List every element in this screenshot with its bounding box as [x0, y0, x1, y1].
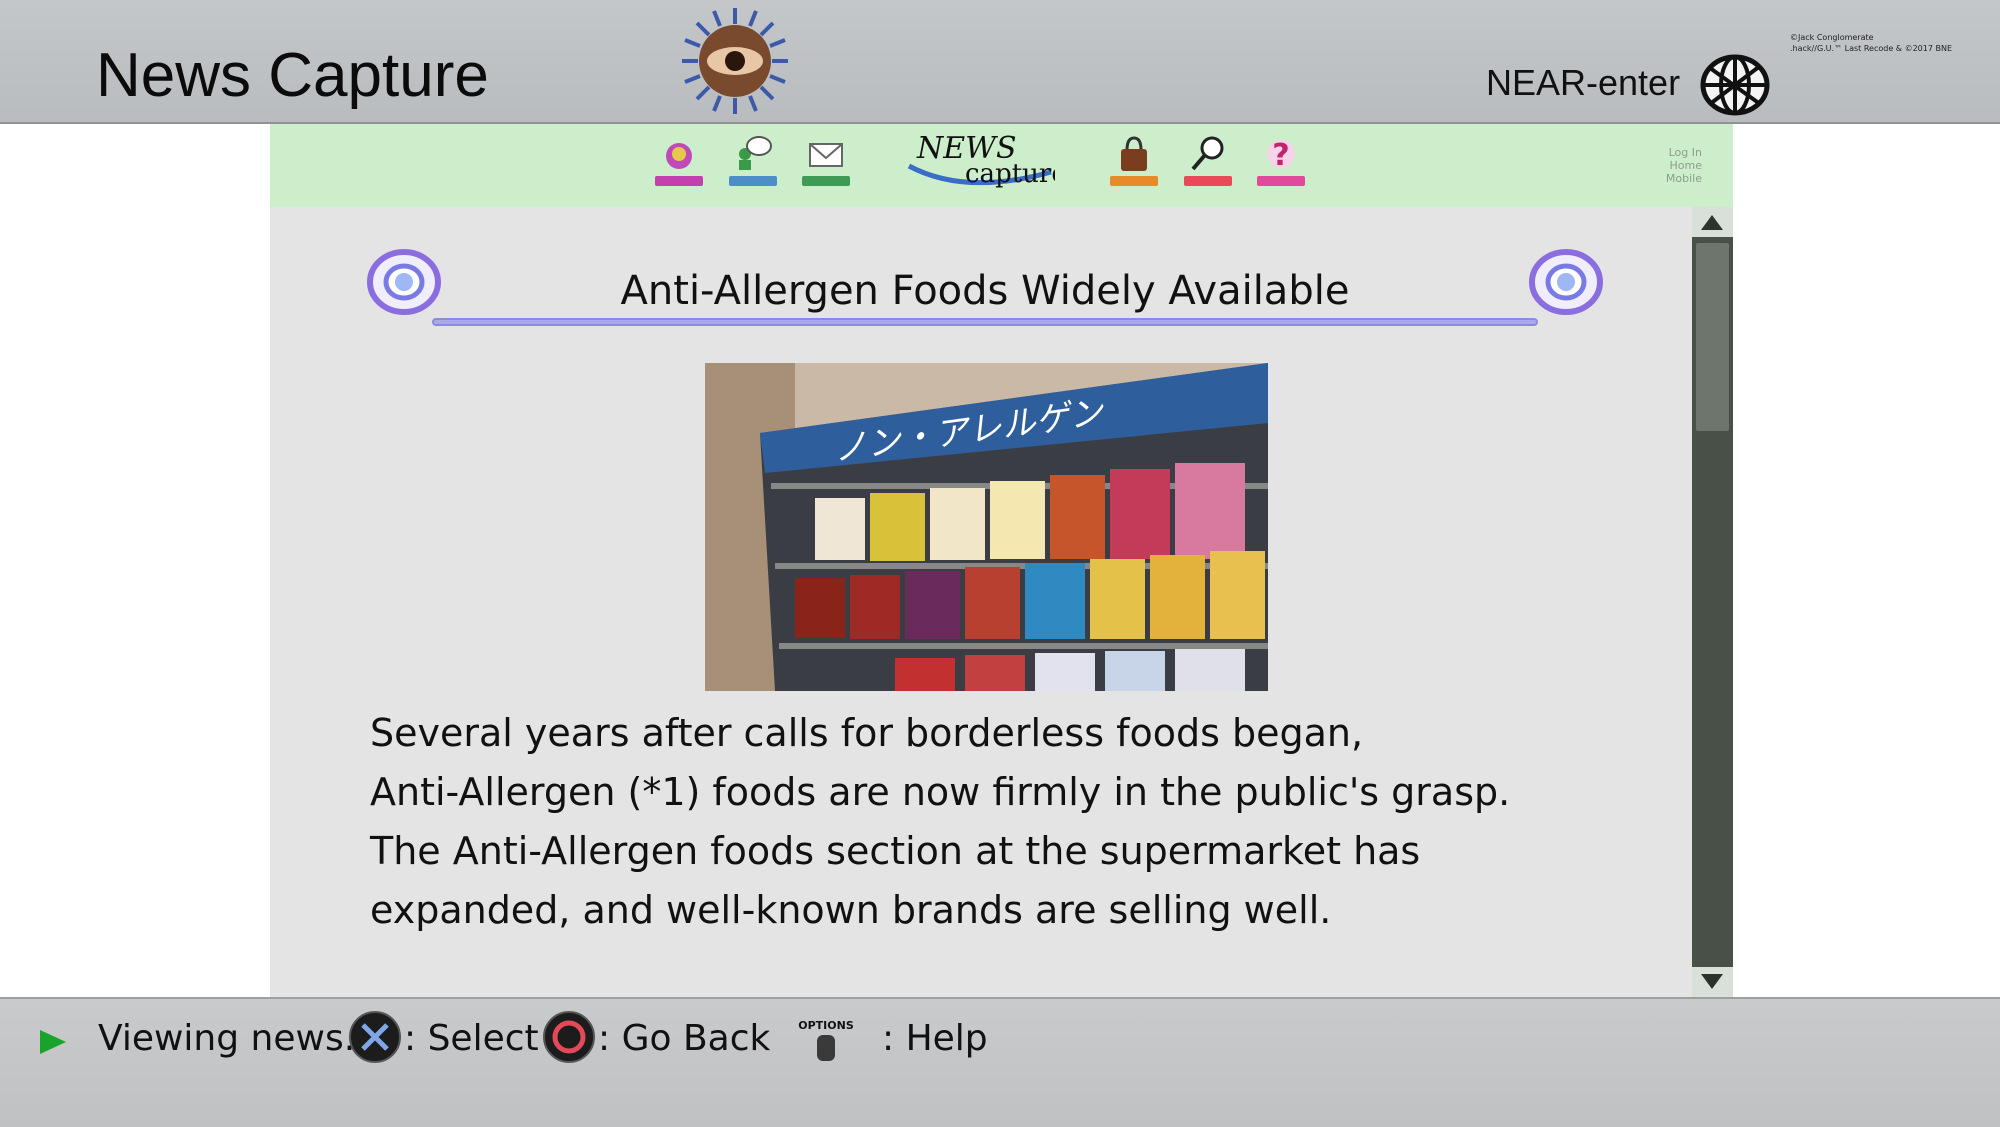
headline-underline: [432, 318, 1538, 326]
article-line: Anti-Allergen (*1) foods are now firmly …: [370, 770, 1511, 814]
article-line: The Anti-Allergen foods section at the s…: [370, 829, 1421, 873]
portal-icon: [666, 143, 692, 169]
community-icon[interactable]: [729, 134, 777, 186]
home-link[interactable]: Home: [1640, 159, 1702, 172]
help-icon[interactable]: ?: [1257, 134, 1305, 186]
circle-button-icon: [543, 1011, 595, 1063]
scroll-thumb[interactable]: [1696, 243, 1729, 431]
scroll-up-arrow-icon[interactable]: [1692, 207, 1733, 237]
article-line: expanded, and well-known brands are sell…: [370, 888, 1332, 932]
select-hint: : Select: [404, 1018, 539, 1059]
portal-icon[interactable]: [655, 134, 703, 186]
vertical-scrollbar[interactable]: [1692, 207, 1733, 997]
status-arrow-icon: [40, 1030, 66, 1054]
article-headline: Anti-Allergen Foods Widely Available: [620, 268, 1350, 314]
mail-icon: [809, 143, 843, 167]
mail-icon[interactable]: [802, 134, 850, 186]
shop-icon[interactable]: [1110, 134, 1158, 186]
near-enter-label: NEAR-enter: [1486, 62, 1681, 103]
ring-ornament-left-icon: [367, 249, 441, 315]
options-button-icon: OPTIONS: [798, 1019, 854, 1061]
copyright-line: .hack//G.U.™ Last Recode & ©2017 BNE: [1790, 44, 1952, 53]
logo-text-capture: capture: [965, 159, 1055, 189]
go-back-hint: : Go Back: [598, 1018, 771, 1059]
copyright-notice: ©Jack Conglomerate .hack//G.U.™ Last Rec…: [1790, 32, 1952, 54]
ring-ornament-right-icon: [1529, 249, 1603, 315]
cross-button-icon: [349, 1011, 401, 1063]
supermarket-shelf-photo: ノン・アレルゲン: [705, 363, 1268, 691]
sun-emblem-icon: [682, 8, 788, 114]
bottom-help-bar: [0, 997, 2000, 1127]
mobile-link[interactable]: Mobile: [1640, 172, 1702, 185]
community-icon: [739, 136, 772, 170]
article-body: Several years after calls for borderless…: [370, 704, 1570, 940]
svg-text:?: ?: [1272, 138, 1289, 173]
copyright-line: ©Jack Conglomerate: [1790, 33, 1874, 42]
search-icon[interactable]: [1184, 134, 1232, 186]
login-link[interactable]: Log In: [1640, 146, 1702, 159]
scroll-down-arrow-icon[interactable]: [1692, 967, 1733, 997]
shop-bag-icon: [1121, 136, 1147, 171]
news-capture-logo: NEWS capture: [907, 131, 1055, 189]
site-links: Log In Home Mobile: [1640, 146, 1702, 185]
globe-icon: [1700, 54, 1770, 116]
article-line: Several years after calls for borderless…: [370, 711, 1364, 755]
options-label: OPTIONS: [798, 1019, 854, 1032]
question-mark-icon: ?: [1267, 138, 1295, 173]
help-hint: : Help: [882, 1018, 988, 1059]
magnifier-icon: [1191, 136, 1224, 171]
app-title: News Capture: [96, 41, 489, 110]
status-text: Viewing news.: [98, 1018, 356, 1059]
